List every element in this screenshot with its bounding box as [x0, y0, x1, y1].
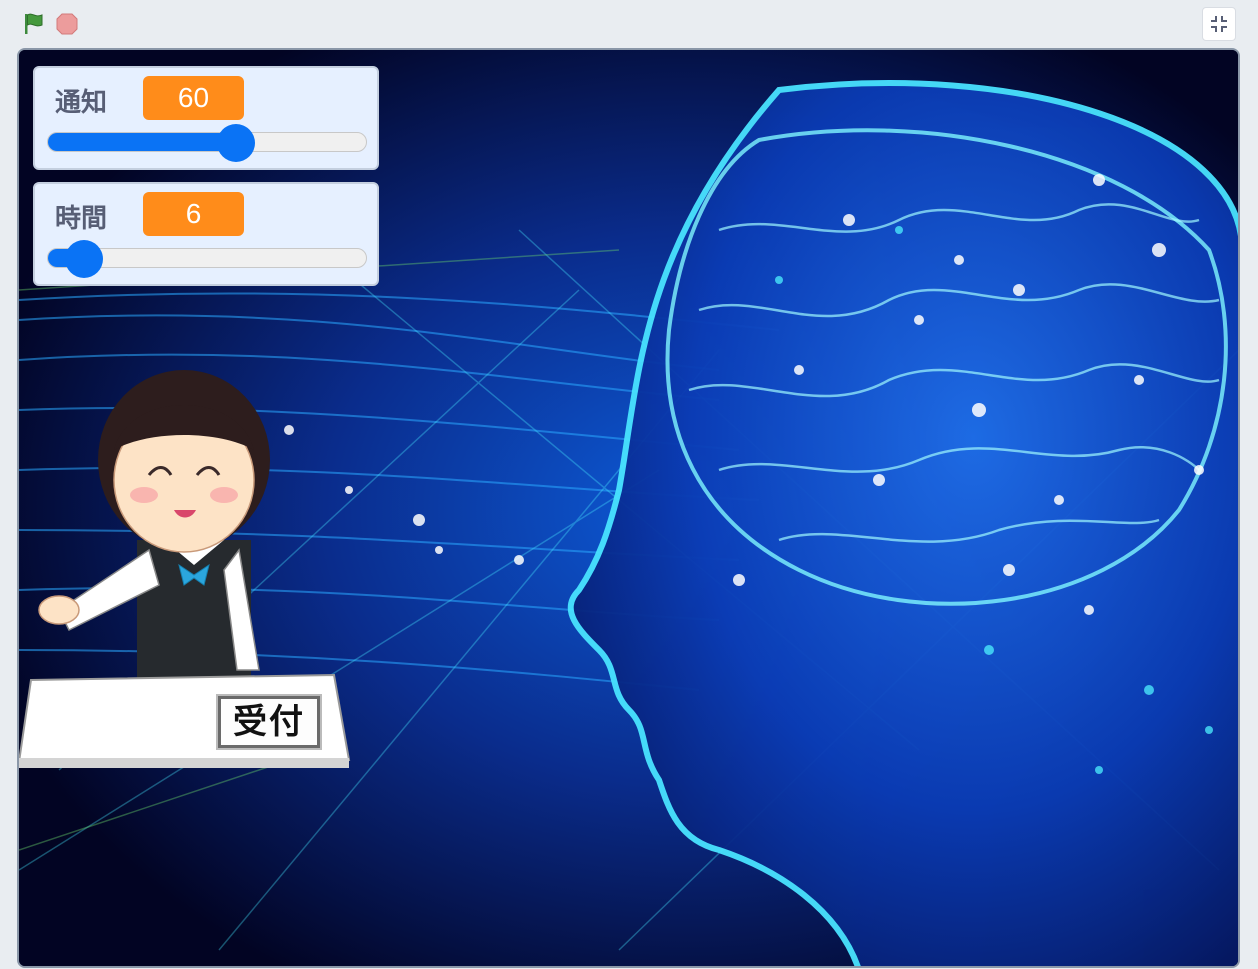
green-flag-icon[interactable]: [20, 10, 48, 38]
monitor-slider[interactable]: [47, 240, 367, 278]
slider-fill: [48, 133, 237, 151]
slider-thumb[interactable]: [217, 124, 256, 162]
monitor-label: 時間: [55, 204, 108, 234]
monitor-slider[interactable]: [47, 124, 367, 162]
variable-monitor-notify: 通知 60: [33, 66, 379, 170]
slider-thumb[interactable]: [64, 240, 103, 278]
exit-fullscreen-icon: [1211, 16, 1227, 32]
variable-monitor-time: 時間 6: [33, 182, 379, 286]
stop-icon[interactable]: [55, 12, 79, 36]
stage-toolbar: [0, 0, 1258, 47]
monitor-value: 6: [143, 192, 244, 236]
desk-sign: 受付: [216, 694, 322, 750]
stage[interactable]: 受付 通知 60 時間 6: [17, 48, 1240, 968]
exit-fullscreen-button[interactable]: [1202, 7, 1236, 41]
monitor-value: 60: [143, 76, 244, 120]
monitor-label: 通知: [55, 88, 108, 118]
